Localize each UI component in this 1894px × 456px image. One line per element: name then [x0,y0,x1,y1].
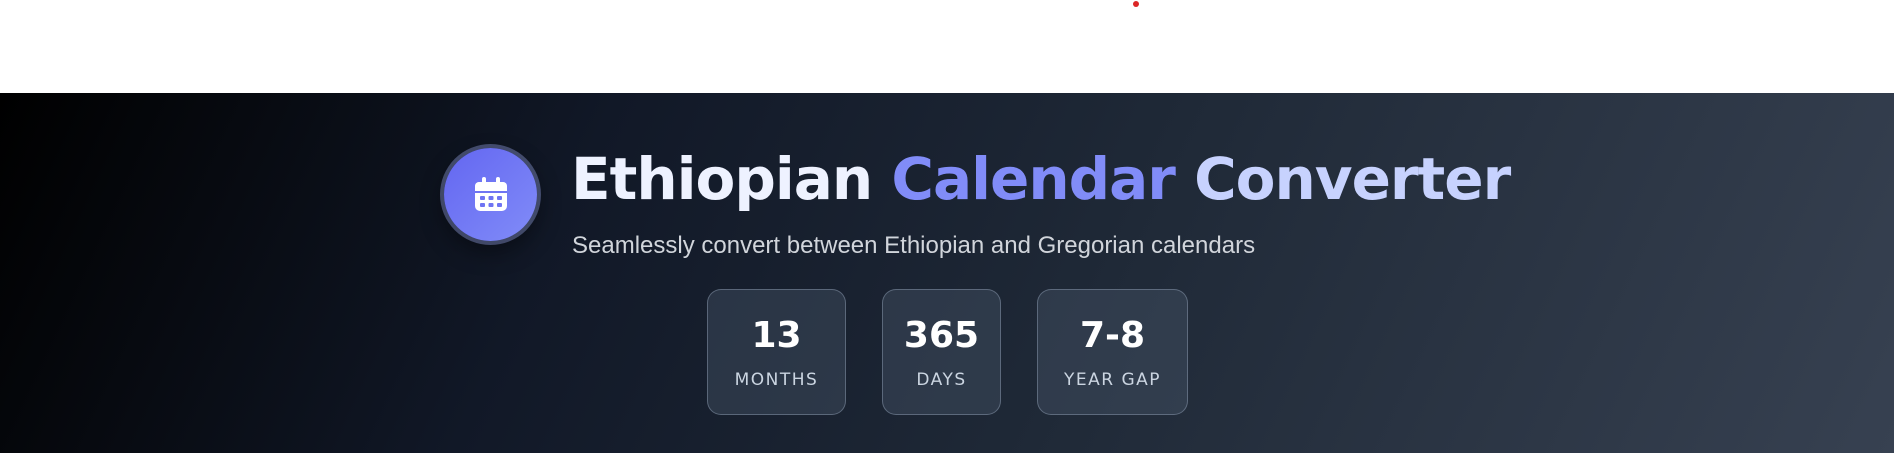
stat-label: YEAR GAP [1063,370,1162,390]
page-subtitle: Seamlessly convert between Ethiopian and… [572,232,1256,259]
page-title: Ethiopian Calendar Converter [571,141,1511,217]
stat-value: 365 [903,315,980,356]
title-word-calendar: Calendar [891,145,1175,213]
hero-banner: Ethiopian Calendar Converter Seamlessly … [0,93,1894,453]
stat-card-year-gap: 7-8 YEAR GAP [1037,289,1188,415]
title-word-converter: Converter [1174,145,1511,213]
page: Ethiopian Calendar Converter Seamlessly … [0,0,1894,456]
calendar-icon [474,176,507,211]
stat-value: 13 [751,315,802,356]
stat-card-days: 365 DAYS [882,289,1001,415]
title-word-ethiopian: Ethiopian [571,145,892,213]
stat-card-months: 13 MONTHS [707,289,846,415]
stat-label: MONTHS [734,370,819,390]
stat-value: 7-8 [1079,315,1146,356]
status-dot [1133,1,1139,7]
logo-badge [444,148,537,241]
stat-label: DAYS [916,370,967,390]
